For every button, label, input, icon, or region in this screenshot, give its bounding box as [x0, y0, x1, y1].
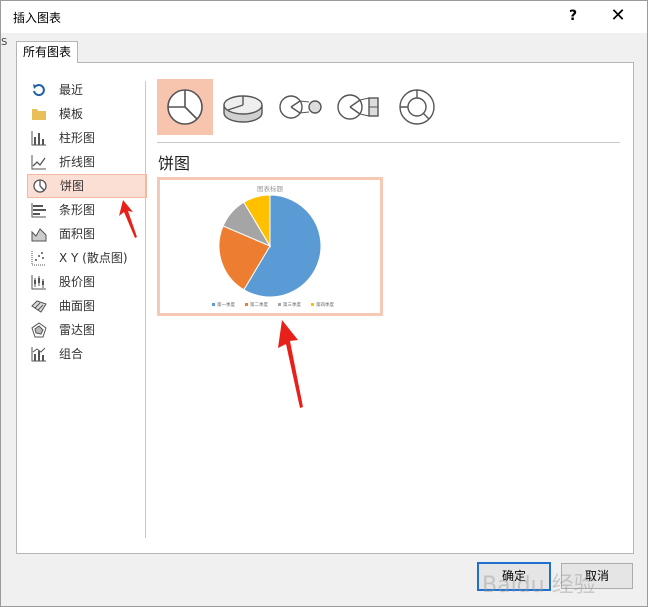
sidebar-item-label: 面积图	[59, 227, 96, 241]
annotation-arrow-preview	[278, 320, 303, 408]
sidebar-item-label: X Y (散点图)	[59, 251, 128, 265]
sidebar-item-recent-arrow[interactable]: 最近	[27, 78, 147, 102]
subtype-3d-pie[interactable]	[215, 79, 271, 135]
pie-of-pie-icon	[279, 95, 322, 119]
chart-title: 图表标题	[257, 184, 284, 193]
insert-chart-dialog: 插入图表 ? ✕ S 所有图表 最近 模板 柱形图 折线图 饼图 条形图 面积图 X Y (散…	[0, 0, 648, 607]
column-chart-icon	[31, 130, 47, 146]
background-edge-text: S	[1, 37, 8, 48]
title-bar: 插入图表 ? ✕	[1, 1, 647, 33]
chart-type-heading: 饼图	[158, 154, 191, 173]
help-button[interactable]: ?	[561, 5, 585, 27]
sidebar-item-label: 组合	[59, 347, 84, 361]
sidebar-item-label: 折线图	[59, 155, 96, 169]
area-chart-icon	[31, 226, 47, 242]
legend-label: 第四季度	[316, 301, 334, 308]
legend-swatch	[245, 303, 248, 306]
chart-panel: 最近 模板 柱形图 折线图 饼图 条形图 面积图 X Y (散点图) 股价图 曲面图 雷达图 组合	[16, 62, 634, 554]
chart-preview[interactable]: 图表标题 第一季度 第二季度 第三季度 第四季度	[157, 177, 383, 316]
bar-of-pie-icon	[337, 94, 379, 120]
sidebar-item-label: 雷达图	[59, 323, 96, 337]
legend-swatch	[311, 303, 314, 306]
pie-chart-icon	[32, 178, 48, 194]
sidebar-item-label: 模板	[59, 107, 84, 121]
legend-label: 第三季度	[283, 301, 301, 308]
stock-chart-icon	[31, 274, 47, 290]
tab-all-charts[interactable]: 所有图表	[16, 41, 79, 63]
legend-label: 第二季度	[250, 301, 268, 308]
radar-chart-icon	[31, 322, 47, 338]
sidebar-item-label: 股价图	[59, 275, 96, 289]
folder-icon	[31, 106, 47, 122]
sidebar-item-label: 最近	[59, 83, 84, 97]
legend-swatch	[212, 303, 215, 306]
pie-chart-preview: 图表标题 第一季度 第二季度 第三季度 第四季度	[212, 184, 334, 308]
subtype-doughnut[interactable]	[389, 79, 445, 135]
bar-chart-icon	[31, 202, 47, 218]
baidu-watermark-logo: Baidu 经验	[482, 573, 596, 598]
legend-label: 第一季度	[217, 301, 235, 308]
watermark-text: Baidu 经验	[482, 573, 596, 598]
annotation-arrow-sidebar	[119, 200, 137, 238]
recent-arrow-icon	[31, 82, 47, 98]
sidebar-item-column-chart[interactable]: 柱形图	[27, 126, 147, 150]
vertical-divider	[145, 81, 146, 538]
subtype-pie[interactable]	[157, 79, 213, 135]
sidebar-item-surface-chart[interactable]: 曲面图	[27, 294, 147, 318]
sidebar-item-radar-chart[interactable]: 雷达图	[27, 318, 147, 342]
horizontal-divider	[157, 142, 620, 143]
close-button[interactable]: ✕	[599, 4, 637, 28]
sidebar-item-label: 饼图	[60, 179, 85, 193]
sidebar-item-pie-chart[interactable]: 饼图	[27, 174, 147, 198]
sidebar-item-scatter-chart[interactable]: X Y (散点图)	[27, 246, 147, 270]
dialog-title: 插入图表	[13, 11, 62, 25]
surface-chart-icon	[31, 298, 47, 314]
sidebar-item-label: 曲面图	[59, 299, 96, 313]
sidebar-item-stock-chart[interactable]: 股价图	[27, 270, 147, 294]
subtype-bar-of-pie[interactable]	[331, 79, 387, 135]
sidebar-item-combo-chart[interactable]: 组合	[27, 342, 147, 366]
legend-swatch	[278, 303, 281, 306]
pie-icon	[167, 89, 203, 125]
sidebar-item-label: 柱形图	[59, 131, 96, 145]
sidebar-item-label: 条形图	[59, 203, 96, 217]
line-chart-icon	[31, 154, 47, 170]
sidebar-item-folder[interactable]: 模板	[27, 102, 147, 126]
subtype-pie-of-pie[interactable]	[273, 79, 329, 135]
sidebar-item-line-chart[interactable]: 折线图	[27, 150, 147, 174]
scatter-chart-icon	[31, 250, 47, 266]
doughnut-icon	[399, 89, 435, 125]
combo-chart-icon	[31, 346, 47, 362]
3d-pie-icon	[223, 95, 263, 123]
